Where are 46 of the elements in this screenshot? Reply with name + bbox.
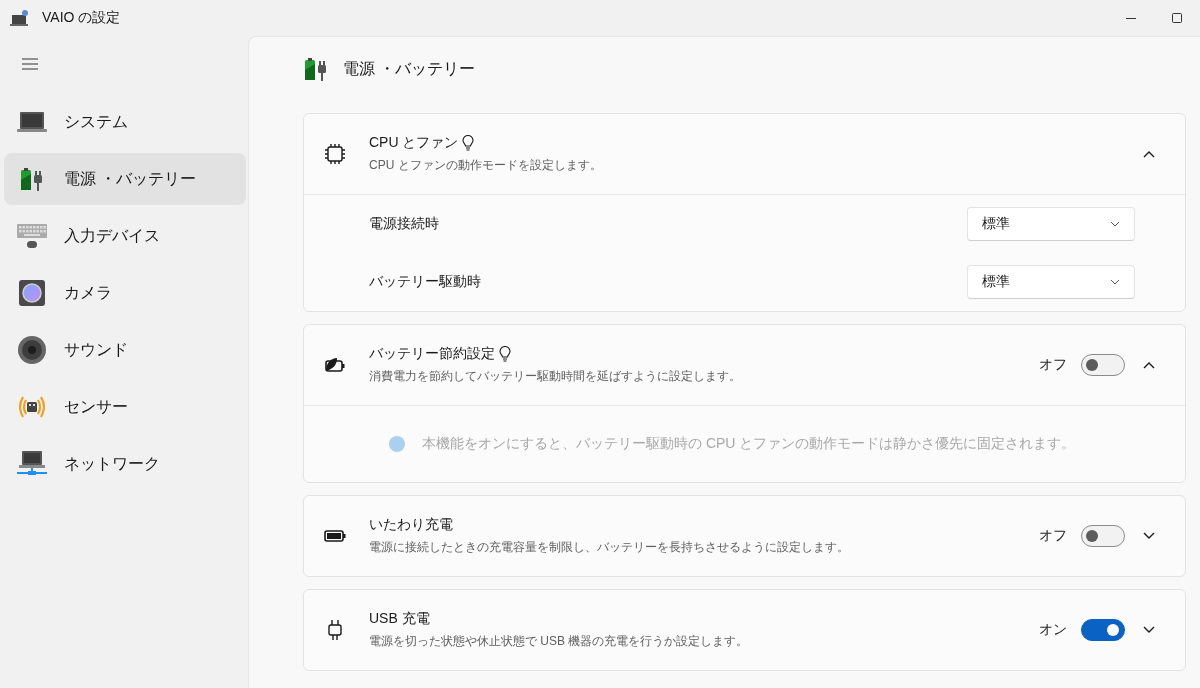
maximize-icon xyxy=(1172,13,1182,23)
chevron-down-icon xyxy=(1110,221,1120,227)
section-title: CPU とファン xyxy=(369,134,459,152)
sidebar-item[interactable]: 電源 ・バッテリー xyxy=(4,153,246,205)
dropdown[interactable]: 標準 xyxy=(967,265,1135,299)
setting-label: バッテリー駆動時 xyxy=(369,273,481,291)
toggle-state-label: オフ xyxy=(1039,527,1067,545)
chevron-icon xyxy=(1143,361,1155,369)
toggle-switch[interactable] xyxy=(1081,525,1125,547)
section-description: CPU とファンの動作モードを設定します。 xyxy=(369,157,602,174)
sidebar-item[interactable]: システム xyxy=(4,96,246,148)
sidebar-item[interactable]: 入力デバイス xyxy=(4,210,246,262)
section-title: USB 充電 xyxy=(369,610,430,628)
network-computer-icon xyxy=(16,450,48,478)
info-text: 本機能をオンにすると、バッテリー駆動時の CPU とファンの動作モードは静かさ優先に固定されます。 xyxy=(422,435,1076,453)
section-description: 電源を切った状態や休止状態で USB 機器の充電を行うか設定します。 xyxy=(369,633,749,650)
toggle-state-label: オン xyxy=(1039,621,1067,639)
keyboard-mouse-icon xyxy=(16,222,48,250)
laptop-icon xyxy=(16,110,48,134)
speaker-icon xyxy=(16,335,48,365)
section-title: いたわり充電 xyxy=(369,516,453,534)
dropdown[interactable]: 標準 xyxy=(967,207,1135,241)
toggle-state-label: オフ xyxy=(1039,356,1067,374)
sidebar-item[interactable]: ネットワーク xyxy=(4,438,246,490)
chevron-icon xyxy=(1143,626,1155,634)
window-title: VAIO の設定 xyxy=(42,9,121,27)
chevron-icon xyxy=(1143,532,1155,540)
chevron-icon xyxy=(1143,150,1155,158)
chevron-down-icon xyxy=(1110,279,1120,285)
section-title: バッテリー節約設定 xyxy=(369,345,495,363)
toggle-switch[interactable] xyxy=(1081,619,1125,641)
sensor-icon xyxy=(16,394,48,420)
menu-icon xyxy=(22,58,38,70)
battery-plug-icon xyxy=(303,56,329,82)
toggle-switch[interactable] xyxy=(1081,354,1125,376)
sidebar-item[interactable]: サウンド xyxy=(4,324,246,376)
section-description: 電源に接続したときの充電容量を制限し、バッテリーを長持ちさせるように設定します。 xyxy=(369,539,849,556)
chip-icon xyxy=(323,142,347,166)
info-dot xyxy=(389,436,405,452)
sidebar-item[interactable]: カメラ xyxy=(4,267,246,319)
setting-label: 電源接続時 xyxy=(369,215,439,233)
camera-lens-icon xyxy=(16,279,48,307)
sidebar-item[interactable]: センサー xyxy=(4,381,246,433)
page-title: 電源 ・バッテリー xyxy=(343,58,476,79)
app-icon xyxy=(10,9,30,27)
section-description: 消費電力を節約してバッテリー駆動時間を延ばすように設定します。 xyxy=(369,368,741,385)
